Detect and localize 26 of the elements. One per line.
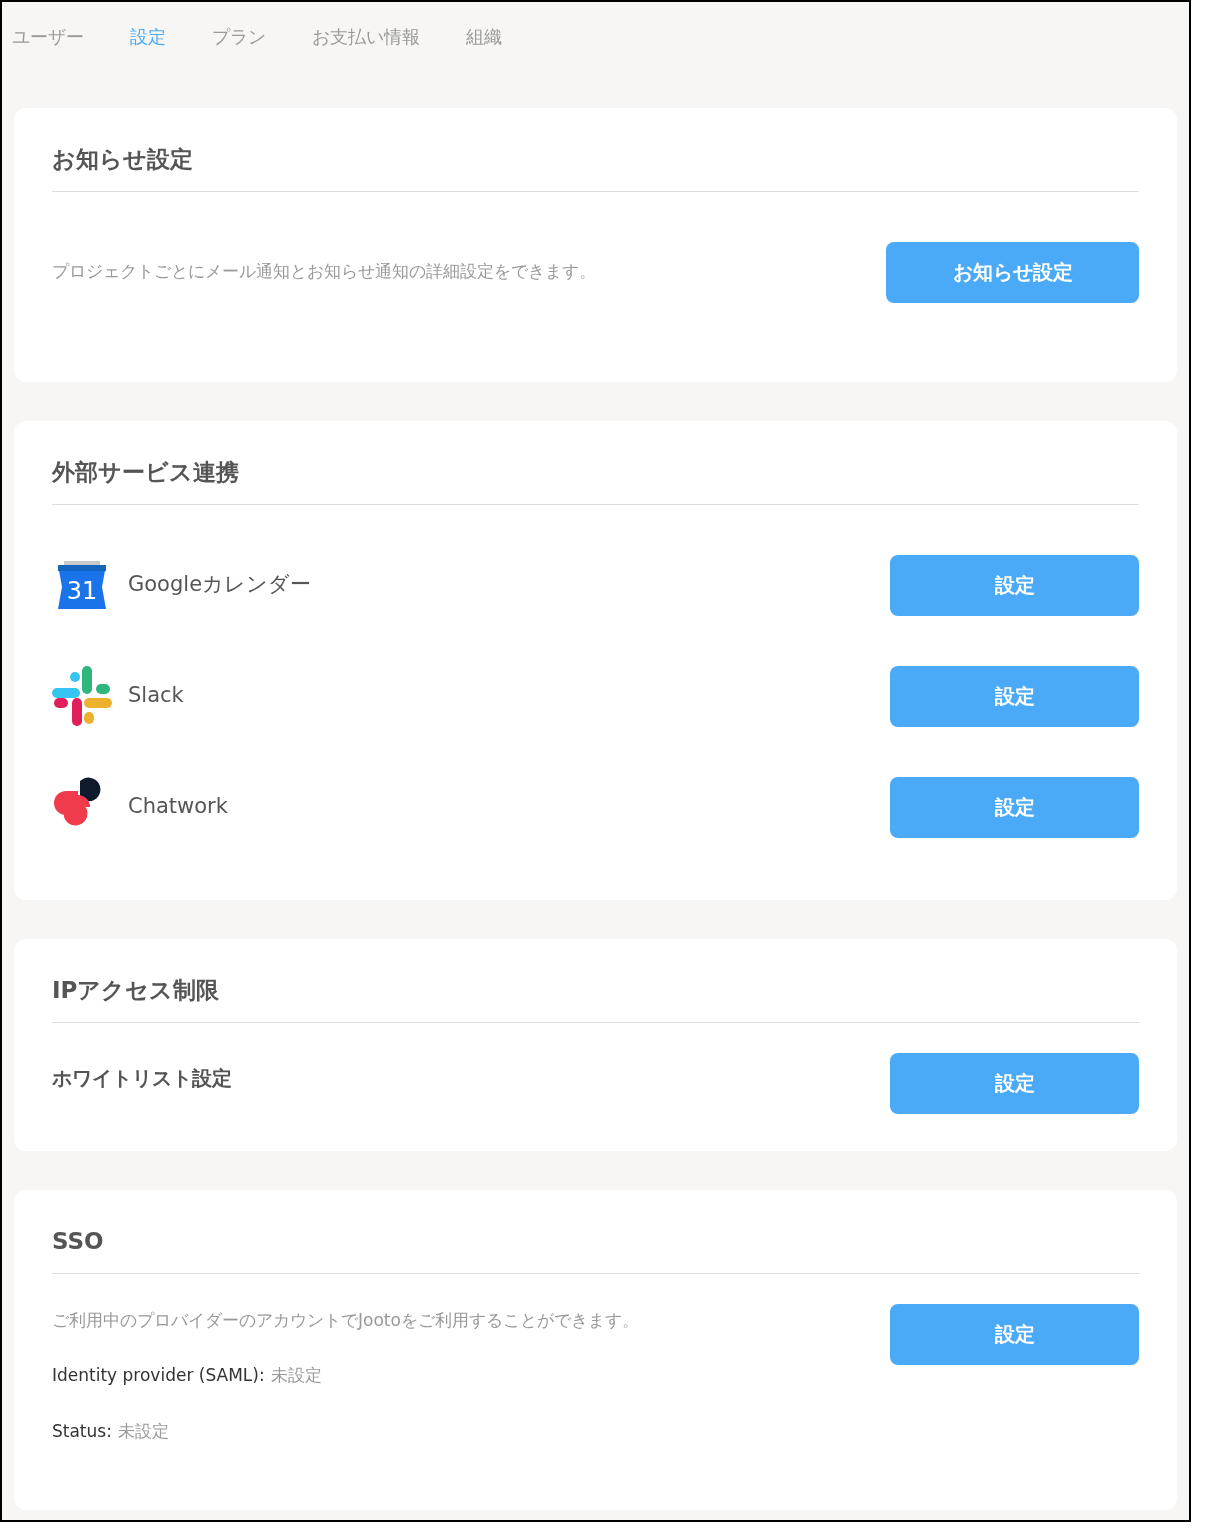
service-name: Slack: [128, 682, 184, 710]
settings-button[interactable]: 設定: [890, 1052, 1139, 1114]
field-label: Status:: [52, 1419, 112, 1443]
service-name: Chatwork: [128, 793, 228, 821]
field-value: 未設定: [270, 1364, 322, 1387]
slack-icon: [52, 666, 112, 726]
setting-label: ホワイトリスト設定: [52, 1064, 232, 1092]
section-title: 外部サービス連携: [52, 459, 239, 485]
nav-tab[interactable]: 組織: [466, 22, 502, 50]
field-value: 未設定: [117, 1419, 169, 1443]
nav-tab[interactable]: プラン: [212, 22, 266, 50]
field-label: Identity provider (SAML):: [52, 1364, 265, 1387]
section-title: SSO: [52, 1228, 104, 1254]
nav-tab[interactable]: 設定: [130, 22, 166, 50]
service-name: Googleカレンダー: [128, 571, 312, 599]
nav-tab[interactable]: ユーザー: [12, 22, 84, 50]
settings-button[interactable]: お知らせ設定: [886, 241, 1139, 303]
settings-button[interactable]: 設定: [890, 665, 1139, 727]
settings-button[interactable]: 設定: [890, 554, 1139, 616]
nav-tab[interactable]: お支払い情報: [312, 22, 420, 50]
section-title: お知らせ設定: [52, 146, 193, 172]
settings-button[interactable]: 設定: [890, 1303, 1139, 1365]
settings-button[interactable]: 設定: [890, 776, 1139, 838]
section-description: プロジェクトごとにメール通知とお知らせ通知の詳細設定をできます。: [52, 260, 596, 284]
section-title: IPアクセス制限: [52, 977, 220, 1003]
section-description: ご利用中のプロバイダーのアカウントでJootoをご利用することができます。: [52, 1308, 639, 1332]
